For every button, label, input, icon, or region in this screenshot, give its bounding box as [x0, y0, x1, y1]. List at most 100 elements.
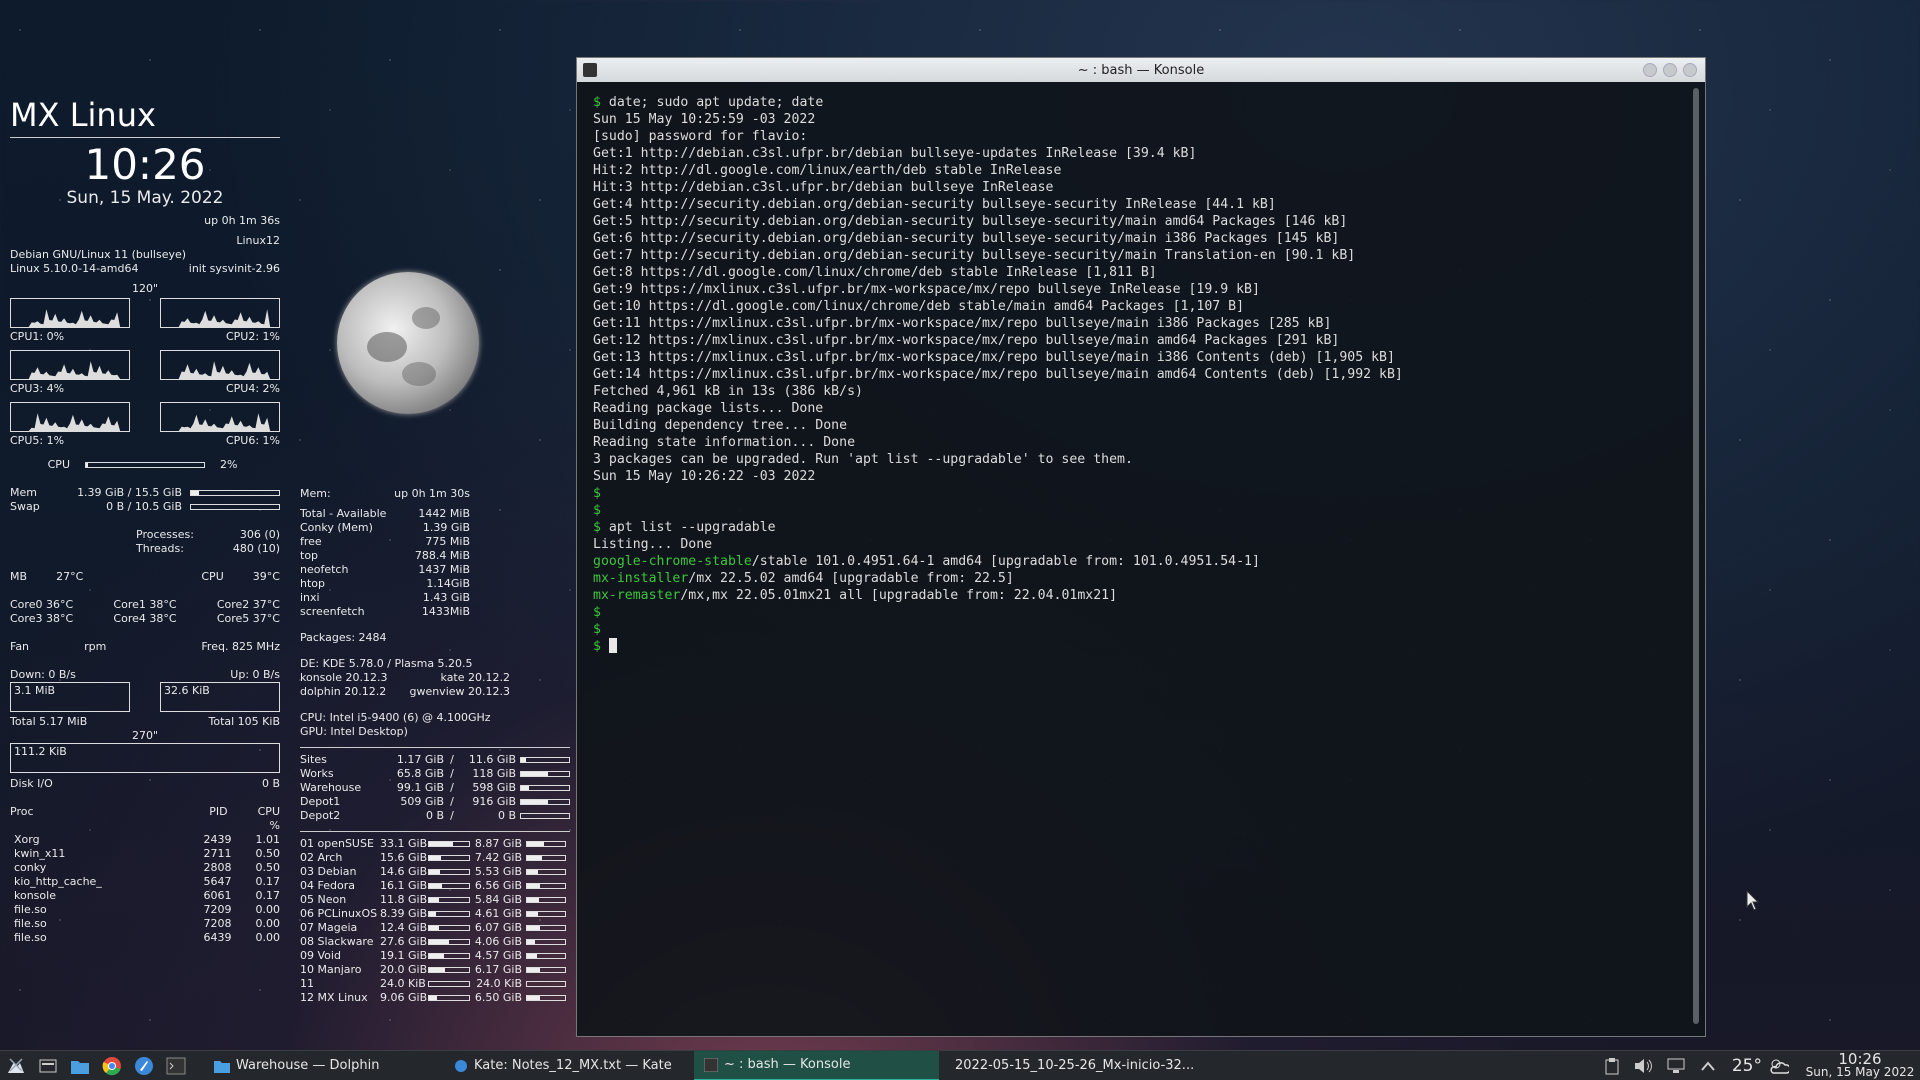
partition-used-bar — [428, 967, 470, 973]
terminal-line: $ — [593, 502, 1681, 519]
process-pid: 6439 — [203, 931, 232, 944]
process-cpu: 0.17 — [255, 889, 281, 902]
line-text: $ apt list --upgradable — [593, 520, 776, 535]
terminal-output[interactable]: $ date; sudo apt update; date Sun 15 May … — [593, 94, 1681, 1026]
partition-row: 07 Mageia 12.4 GiB 6.07 GiB — [300, 921, 570, 935]
terminal-line: $ date; sudo apt update; date — [593, 94, 1681, 111]
show-desktop-icon[interactable] — [37, 1055, 59, 1077]
process-row: kwin_x11 2711 0.50 — [10, 847, 280, 861]
partition-name: 06 PCLinuxOS — [300, 907, 378, 920]
task-image-viewer[interactable]: 2022-05-15_10-25-26_Mx-inicio-32... — [939, 1051, 1194, 1080]
kate-icon[interactable] — [133, 1055, 155, 1077]
maximize-button[interactable] — [1663, 63, 1677, 77]
process-row: Xorg 2439 1.01 — [10, 833, 280, 847]
terminal-line: Get:11 https://mxlinux.c3sl.ufpr.br/mx-w… — [593, 315, 1681, 332]
process-name: Xorg — [14, 833, 40, 846]
line-text: [sudo] password for flavio: — [593, 129, 808, 144]
drive-bar — [520, 771, 570, 777]
proc-header: Proc — [10, 805, 34, 818]
net-up-graph: 32.6 KiB — [160, 682, 280, 712]
kernel: Linux 5.10.0-14-amd64 — [10, 262, 139, 275]
uptime: up 0h 1m 36s — [204, 214, 280, 227]
chrome-icon[interactable] — [101, 1055, 123, 1077]
partition-free-bar — [526, 841, 566, 847]
swap-label: Swap — [10, 500, 40, 513]
partition-name: 04 Fedora — [300, 879, 355, 892]
process-row: file.so 7209 0.00 — [10, 903, 280, 917]
network-icon[interactable] — [1665, 1055, 1687, 1077]
minimize-button[interactable] — [1643, 63, 1657, 77]
partition-name: 02 Arch — [300, 851, 343, 864]
mem-row-name: Total - Available — [300, 507, 387, 520]
weather-cloud-icon[interactable] — [1767, 1055, 1789, 1077]
disk-io-value: 0 B — [261, 777, 280, 790]
clipboard-icon[interactable] — [1601, 1055, 1623, 1077]
cpu-total-value: 2% — [220, 458, 238, 471]
drive-total: 118 GiB — [472, 767, 516, 780]
partition-row: 12 MX Linux 9.06 GiB 6.50 GiB — [300, 991, 570, 1005]
terminal-scrollbar[interactable] — [1693, 88, 1699, 1024]
konsole-titlebar[interactable]: ~ : bash — Konsole — [577, 58, 1705, 82]
drive-name: Sites — [300, 753, 327, 766]
cpu-graph — [160, 350, 280, 380]
volume-icon[interactable] — [1633, 1055, 1655, 1077]
partition-used: 11.8 GiB — [380, 893, 428, 906]
terminal-line: Get:1 http://debian.c3sl.ufpr.br/debian … — [593, 145, 1681, 162]
terminal-line: [sudo] password for flavio: — [593, 128, 1681, 145]
chevron-up-icon[interactable] — [1697, 1055, 1719, 1077]
mem-row: free 775 MiB — [300, 535, 470, 549]
partition-used: 24.0 KiB — [380, 977, 426, 990]
task-dolphin[interactable]: Warehouse — Dolphin — [204, 1051, 444, 1080]
partition-used: 15.6 GiB — [380, 851, 428, 864]
process-name: conky — [14, 861, 47, 874]
konsole-window[interactable]: ~ : bash — Konsole $ date; sudo apt upda… — [576, 57, 1706, 1037]
process-cpu: 0.50 — [255, 861, 281, 874]
mem-row-name: Conky (Mem) — [300, 521, 373, 534]
process-pid: 2808 — [203, 861, 232, 874]
task-kate-label: Kate: Notes_12_MX.txt — Kate — [474, 1058, 672, 1073]
konsole-launcher-icon[interactable] — [165, 1055, 187, 1077]
line-text: /stable 101.0.4951.64-1 amd64 [upgradabl… — [751, 554, 1260, 569]
partition-row: 10 Manjaro 20.0 GiB 6.17 GiB — [300, 963, 570, 977]
line-text: Reading package lists... Done — [593, 401, 824, 416]
terminal-line: Get:13 https://mxlinux.c3sl.ufpr.br/mx-w… — [593, 349, 1681, 366]
drive-name: Works — [300, 767, 334, 780]
mem-row-value: 1433MiB — [421, 605, 470, 618]
partition-free-bar — [526, 855, 566, 861]
cpu-usage-label: CPU2: 1% — [225, 330, 280, 343]
mb-label: MB — [10, 570, 28, 583]
threads-value: 480 (10) — [232, 542, 280, 555]
drive-sep: / — [450, 795, 454, 808]
mouse-pointer-icon — [1746, 890, 1760, 911]
task-konsole-label: ~ : bash — Konsole — [724, 1057, 851, 1072]
mx-menu-icon[interactable] — [5, 1055, 27, 1077]
close-button[interactable] — [1683, 63, 1697, 77]
dolphin-icon[interactable] — [69, 1055, 91, 1077]
system-clock[interactable]: 10:26 Sun, 15 May 2022 — [1800, 1051, 1920, 1079]
mem-row: neofetch 1437 MiB — [300, 563, 470, 577]
partition-name: 10 Manjaro — [300, 963, 362, 976]
process-cpu: 0.00 — [255, 917, 281, 930]
fan-label: Fan — [10, 640, 30, 653]
drive-total: 598 GiB — [472, 781, 516, 794]
process-pid: 5647 — [203, 875, 232, 888]
mem-comparison-list: Total - Available 1442 MiB Conky (Mem) 1.39… — [300, 507, 470, 619]
drive-bar — [520, 785, 570, 791]
prompt-dollar: $ — [593, 486, 601, 501]
distro-title: MX Linux — [10, 95, 280, 138]
graph-interval: 120" — [131, 282, 159, 295]
drive-sep: / — [450, 753, 454, 766]
task-konsole[interactable]: ~ : bash — Konsole — [694, 1050, 939, 1080]
terminal-line: $ — [593, 621, 1681, 638]
core1-temp: Core1 38°C — [113, 598, 177, 611]
conky-memory-panel: Mem: up 0h 1m 30s Total - Available 1442 M… — [300, 487, 570, 1005]
gpu-info: GPU: Intel Desktop) — [300, 725, 408, 738]
cpu-graphs: CPU1: 0% CPU2: 1% CPU3: 4% CPU4: 2% CPU5: 1%… — [10, 298, 280, 452]
net-up: Up: 0 B/s — [230, 668, 280, 681]
weather-temp[interactable]: 25° — [1732, 1056, 1762, 1076]
line-text: /mx,mx 22.05.01mx21 all [upgradable from… — [680, 588, 1118, 603]
line-text: Get:6 http://security.debian.org/debian-… — [593, 231, 1340, 246]
task-image-label: 2022-05-15_10-25-26_Mx-inicio-32... — [955, 1058, 1195, 1073]
process-cpu: 0.00 — [255, 903, 281, 916]
task-kate[interactable]: Kate: Notes_12_MX.txt — Kate — [444, 1051, 694, 1080]
